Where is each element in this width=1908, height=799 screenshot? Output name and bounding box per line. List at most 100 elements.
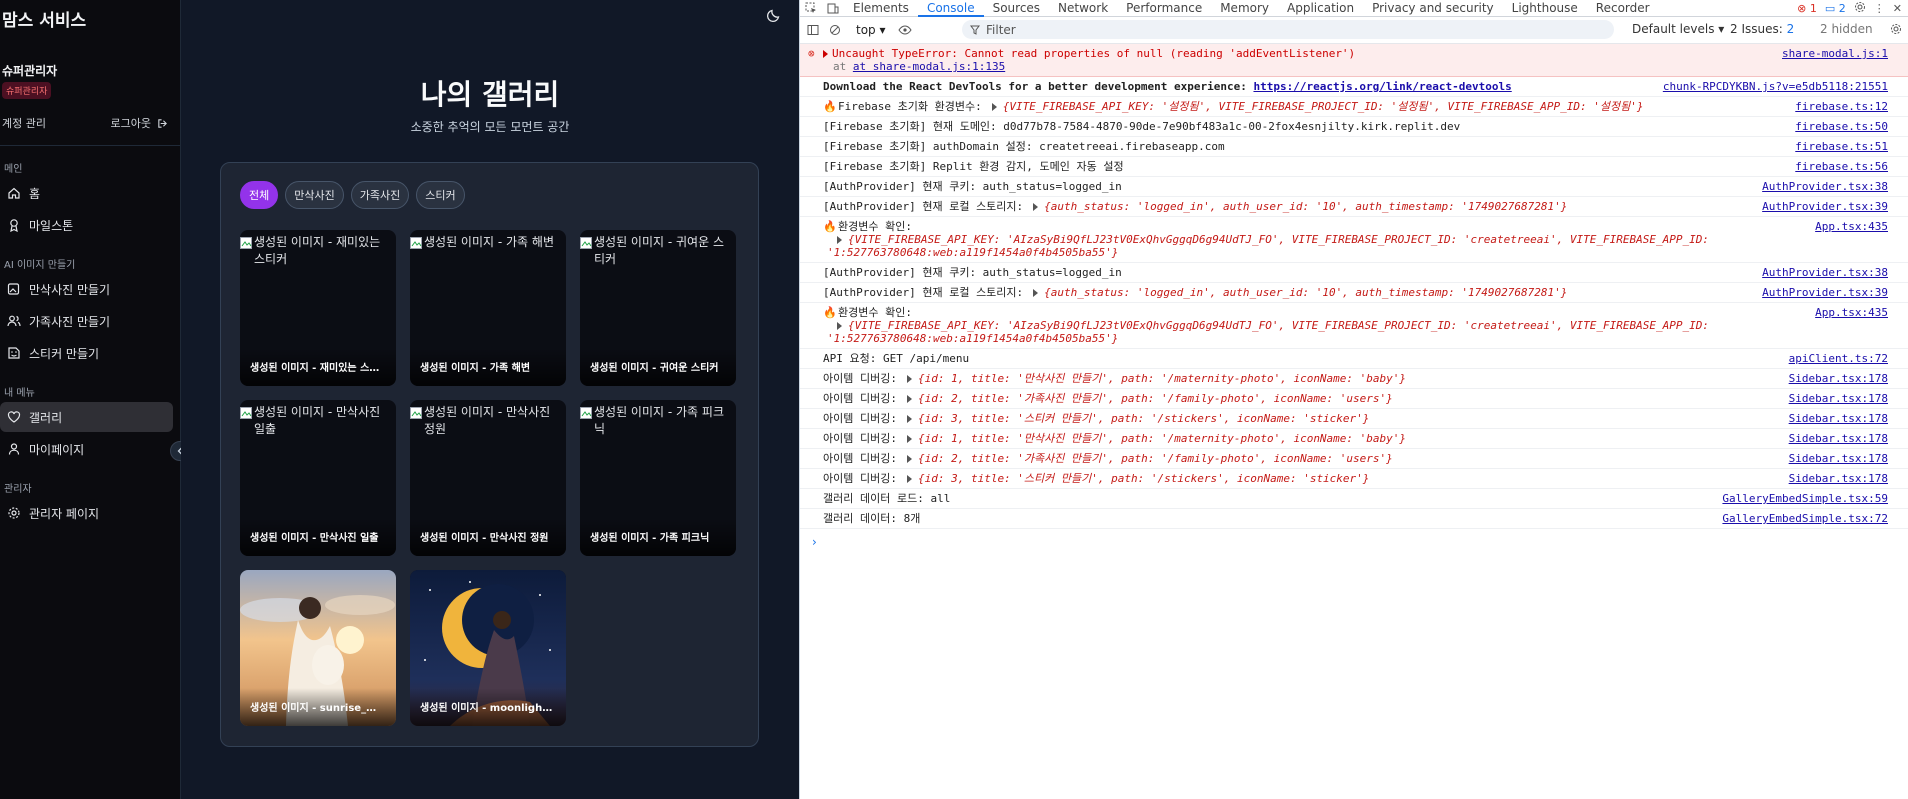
console-log-row[interactable]: 갤러리 데이터: 8개 GalleryEmbedSimple.tsx:72 xyxy=(800,509,1908,529)
tab-privacy-security[interactable]: Privacy and security xyxy=(1363,0,1503,17)
console-settings-button[interactable] xyxy=(1890,23,1902,38)
log-source-link[interactable]: AuthProvider.tsx:38 xyxy=(1762,180,1888,193)
gallery-card[interactable]: 생성된 이미지 - 가족 해변 생성된 이미지 - 가족 해변 xyxy=(410,230,566,386)
close-devtools-button[interactable]: ✕ xyxy=(1893,2,1902,15)
log-source-link[interactable]: AuthProvider.tsx:39 xyxy=(1762,200,1888,213)
log-source-link[interactable]: firebase.ts:56 xyxy=(1795,160,1888,173)
gallery-card[interactable]: 생성된 이미지 - 가족 피크닉 생성된 이미지 - 가족 피크닉 xyxy=(580,400,736,556)
live-expression-button[interactable] xyxy=(894,22,916,39)
console-error-row[interactable]: ⊗ Uncaught TypeError: Cannot read propert… xyxy=(800,44,1908,77)
stack-link[interactable]: at share-modal.js:1:135 xyxy=(853,60,1005,73)
tab-recorder[interactable]: Recorder xyxy=(1587,0,1659,17)
log-source-link[interactable]: firebase.ts:50 xyxy=(1795,120,1888,133)
log-object[interactable]: {id: 3, title: '스티커 만들기', path: '/sticke… xyxy=(918,472,1369,485)
log-source-link[interactable]: firebase.ts:12 xyxy=(1795,100,1888,113)
expand-triangle-icon[interactable] xyxy=(906,395,912,403)
console-log-row[interactable]: [AuthProvider] 현재 쿠키: auth_status=logged… xyxy=(800,177,1908,197)
log-object[interactable]: {id: 3, title: '스티커 만들기', path: '/sticke… xyxy=(918,412,1369,425)
filter-input[interactable]: Filter xyxy=(962,20,1614,39)
sidebar-item-mypage[interactable]: 마이페이지 xyxy=(0,434,173,464)
expand-triangle-icon[interactable] xyxy=(906,375,912,383)
log-source-link[interactable]: firebase.ts:51 xyxy=(1795,140,1888,153)
tab-lighthouse[interactable]: Lighthouse xyxy=(1503,0,1587,17)
log-object[interactable]: {auth_status: 'logged_in', auth_user_id:… xyxy=(1044,286,1567,299)
tab-elements[interactable]: Elements xyxy=(844,0,918,17)
expand-triangle-icon[interactable] xyxy=(837,322,842,330)
log-source-link[interactable]: GalleryEmbedSimple.tsx:59 xyxy=(1722,492,1888,505)
message-counter[interactable]: ▭ 2 xyxy=(1825,2,1846,15)
log-object[interactable]: {VITE_FIREBASE_API_KEY: '설정됨', VITE_FIRE… xyxy=(1003,100,1644,113)
inspect-element-button[interactable] xyxy=(800,0,822,17)
log-source-link[interactable]: share-modal.js:1 xyxy=(1782,47,1888,60)
gallery-card[interactable]: 생성된 이미지 - sunrise_maternity xyxy=(240,570,396,726)
tab-memory[interactable]: Memory xyxy=(1211,0,1278,17)
sidebar-toggle-button[interactable] xyxy=(802,22,824,39)
log-source-link[interactable]: Sidebar.tsx:178 xyxy=(1789,432,1888,445)
gallery-card[interactable]: 생성된 이미지 - 재미있는 스티커 생성된 이미지 - 재미있는 스티커 xyxy=(240,230,396,386)
theme-toggle-button[interactable] xyxy=(766,7,782,27)
expand-triangle-icon[interactable] xyxy=(906,475,912,483)
tab-performance[interactable]: Performance xyxy=(1117,0,1211,17)
expand-triangle-icon[interactable] xyxy=(823,50,828,58)
log-object[interactable]: {VITE_FIREBASE_API_KEY: 'AIzaSyBi9QfLJ23… xyxy=(827,319,1709,345)
console-log-row[interactable]: 아이템 디버깅: {id: 1, title: '만삭사진 만들기', path:… xyxy=(800,429,1908,449)
console-log-row[interactable]: 아이템 디버깅: {id: 2, title: '가족사진 만들기', path:… xyxy=(800,449,1908,469)
sidebar-item-home[interactable]: 홈 xyxy=(0,178,173,208)
expand-triangle-icon[interactable] xyxy=(991,103,997,111)
sidebar-item-sticker[interactable]: 스티커 만들기 xyxy=(0,338,173,368)
console-log-row[interactable]: API 요청: GET /api/menu apiClient.ts:72 xyxy=(800,349,1908,369)
log-source-link[interactable]: App.tsx:435 xyxy=(1815,306,1888,319)
gallery-card[interactable]: 생성된 이미지 - 만삭사진 정원 생성된 이미지 - 만삭사진 정원 xyxy=(410,400,566,556)
log-object[interactable]: {id: 1, title: '만삭사진 만들기', path: '/mater… xyxy=(918,372,1406,385)
console-log-row[interactable]: [AuthProvider] 현재 로컬 스토리지: {auth_status: … xyxy=(800,283,1908,303)
console-prompt[interactable]: › xyxy=(800,529,1908,549)
device-toolbar-button[interactable] xyxy=(822,0,844,17)
brand-logo[interactable]: 맘스 서비스 xyxy=(0,0,180,34)
more-options-button[interactable]: ⋮ xyxy=(1874,2,1885,15)
log-source-link[interactable]: AuthProvider.tsx:38 xyxy=(1762,266,1888,279)
log-object[interactable]: {VITE_FIREBASE_API_KEY: 'AIzaSyBi9QfLJ23… xyxy=(827,233,1709,259)
filter-tab-family[interactable]: 가족사진 xyxy=(350,181,410,209)
console-log-row[interactable]: 갤러리 데이터 로드: all GalleryEmbedSimple.tsx:59 xyxy=(800,489,1908,509)
console-log-row[interactable]: Download the React DevTools for a better… xyxy=(800,77,1908,97)
console-log-row[interactable]: 아이템 디버깅: {id: 3, title: '스티커 만들기', path: … xyxy=(800,469,1908,489)
console-log-row[interactable]: [AuthProvider] 현재 쿠키: auth_status=logged… xyxy=(800,263,1908,283)
console-log-row[interactable]: [Firebase 초기화] Replit 환경 감지, 도메인 자동 설정 fi… xyxy=(800,157,1908,177)
expand-triangle-icon[interactable] xyxy=(1033,289,1039,297)
sidebar-item-gallery[interactable]: 갤러리 xyxy=(0,402,173,432)
log-source-link[interactable]: Sidebar.tsx:178 xyxy=(1789,472,1888,485)
log-source-link[interactable]: Sidebar.tsx:178 xyxy=(1789,372,1888,385)
log-object[interactable]: {id: 1, title: '만삭사진 만들기', path: '/mater… xyxy=(918,432,1406,445)
logout-button[interactable]: 로그아웃 xyxy=(111,115,168,131)
log-object[interactable]: {id: 2, title: '가족사진 만들기', path: '/famil… xyxy=(918,392,1393,405)
console-log-row[interactable]: [AuthProvider] 현재 로컬 스토리지: {auth_status: … xyxy=(800,197,1908,217)
log-source-link[interactable]: AuthProvider.tsx:39 xyxy=(1762,286,1888,299)
log-source-link[interactable]: Sidebar.tsx:178 xyxy=(1789,452,1888,465)
error-counter[interactable]: ⊗ 1 xyxy=(1797,2,1817,15)
clear-console-button[interactable] xyxy=(824,22,846,39)
filter-tab-maternity[interactable]: 만삭사진 xyxy=(285,181,344,209)
sidebar-item-maternity[interactable]: 만삭사진 만들기 xyxy=(0,274,173,304)
expand-triangle-icon[interactable] xyxy=(906,415,912,423)
context-selector[interactable]: top ▾ xyxy=(856,23,886,37)
log-source-link[interactable]: Sidebar.tsx:178 xyxy=(1789,392,1888,405)
gallery-card[interactable]: 생성된 이미지 - moonlight_maternity xyxy=(410,570,566,726)
log-source-link[interactable]: apiClient.ts:72 xyxy=(1789,352,1888,365)
tab-console[interactable]: Console xyxy=(917,0,984,17)
log-levels-dropdown[interactable]: Default levels ▾ xyxy=(1632,22,1724,36)
log-object[interactable]: {auth_status: 'logged_in', auth_user_id:… xyxy=(1044,200,1567,213)
filter-tab-all[interactable]: 전체 xyxy=(240,181,279,209)
log-link[interactable]: https://reactjs.org/link/react-devtools xyxy=(1253,80,1511,93)
console-log-row[interactable]: 🔥환경변수 확인: {VITE_FIREBASE_API_KEY: 'AIzaSy… xyxy=(800,303,1908,349)
log-source-link[interactable]: chunk-RPCDYKBN.js?v=e5db5118:21551 xyxy=(1663,80,1888,93)
log-source-link[interactable]: App.tsx:435 xyxy=(1815,220,1888,233)
expand-triangle-icon[interactable] xyxy=(1033,203,1039,211)
console-log-row[interactable]: 아이템 디버깅: {id: 3, title: '스티커 만들기', path: … xyxy=(800,409,1908,429)
expand-triangle-icon[interactable] xyxy=(906,435,912,443)
log-object[interactable]: {id: 2, title: '가족사진 만들기', path: '/famil… xyxy=(918,452,1393,465)
tab-network[interactable]: Network xyxy=(1049,0,1117,17)
console-log-row[interactable]: 🔥Firebase 초기화 환경변수: {VITE_FIREBASE_API_KE… xyxy=(800,97,1908,117)
sidebar-item-milestone[interactable]: 마일스톤 xyxy=(0,210,173,240)
filter-tab-sticker[interactable]: 스티커 xyxy=(416,181,465,209)
gallery-card[interactable]: 생성된 이미지 - 만삭사진 일출 생성된 이미지 - 만삭사진 일출 xyxy=(240,400,396,556)
